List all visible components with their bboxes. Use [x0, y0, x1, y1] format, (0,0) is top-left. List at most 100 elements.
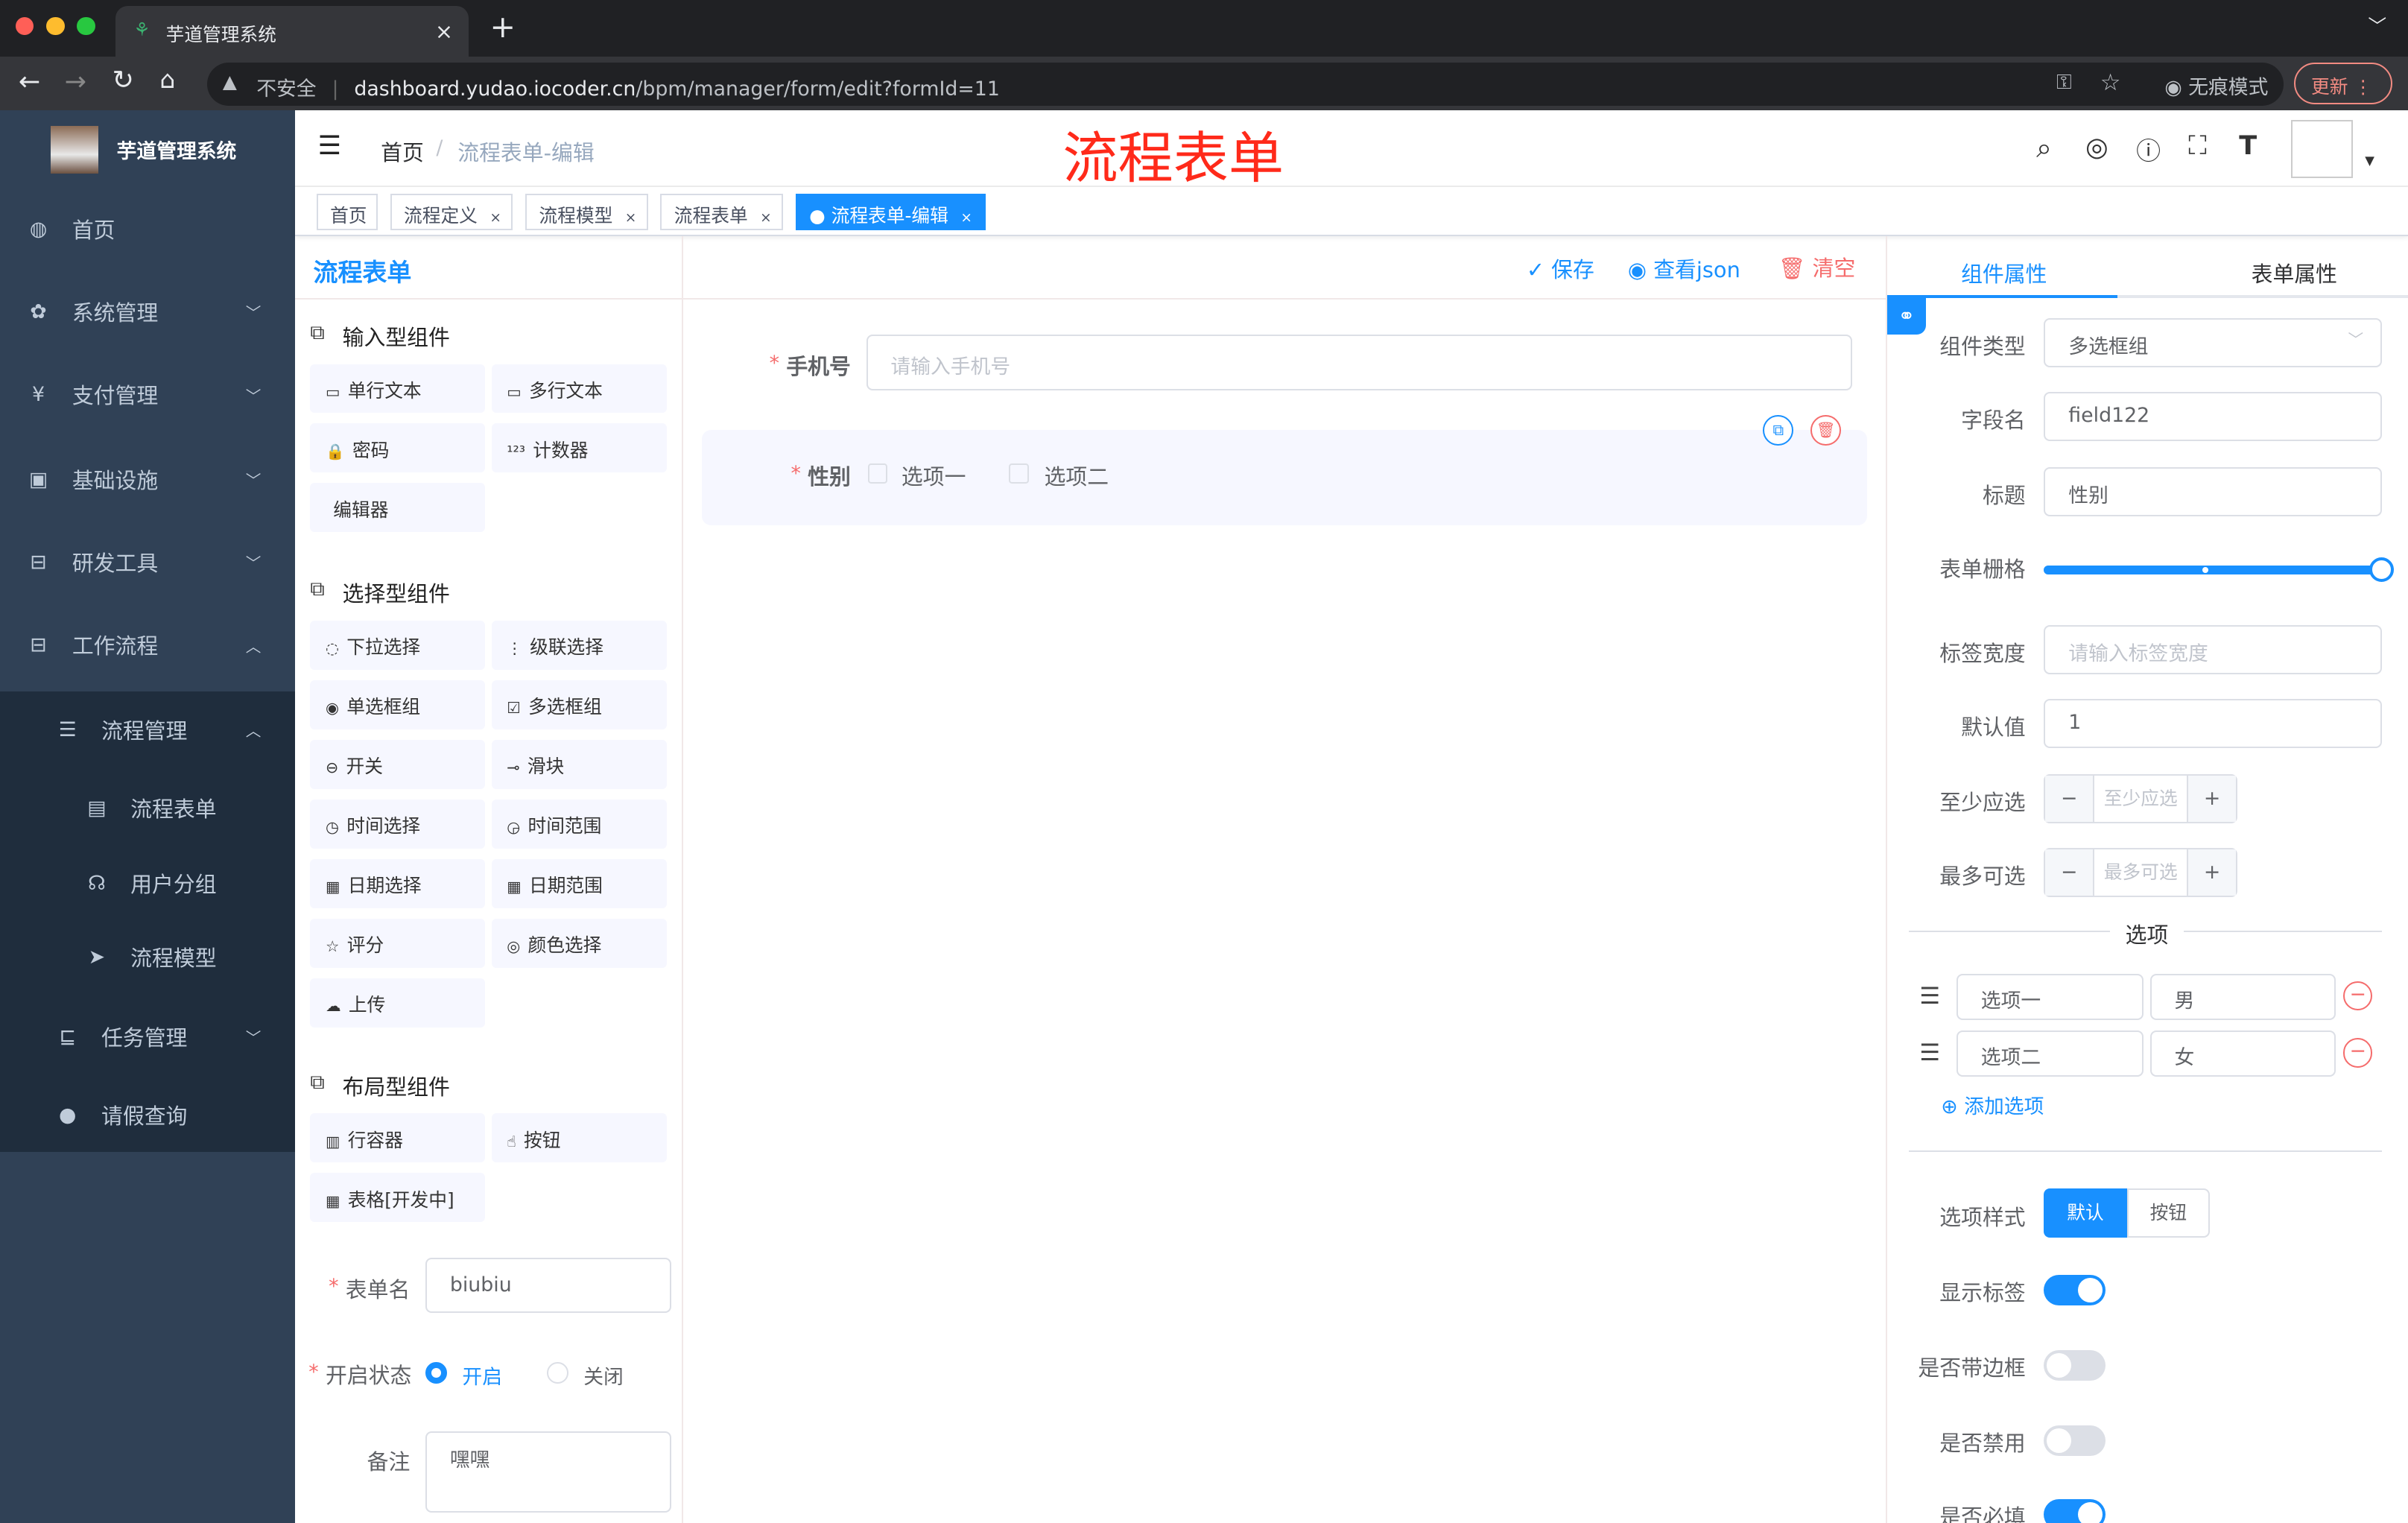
close-tab-icon[interactable]: × — [435, 19, 453, 44]
option-value-input[interactable]: 男 — [2149, 973, 2336, 1020]
phone-input[interactable]: 请输入手机号 — [866, 335, 1852, 390]
component-item[interactable]: ▭ 多行文本 — [491, 364, 667, 414]
component-item[interactable]: 🔒 密码 — [310, 423, 486, 473]
sidebar-item-5[interactable]: ⊟ 工作流程 ︿ — [0, 604, 295, 686]
component-item[interactable]: ☁ 上传 — [310, 978, 486, 1028]
option-checkbox[interactable] — [867, 463, 888, 484]
option-label[interactable]: 选项二 — [1045, 460, 1109, 491]
back-icon[interactable]: ← — [19, 66, 40, 97]
toggle-disabled[interactable] — [2044, 1425, 2106, 1456]
option-label-input[interactable]: 选项二 — [1956, 1030, 2144, 1077]
reload-icon[interactable]: ↻ — [112, 65, 133, 95]
star-icon[interactable]: ☆ — [2100, 69, 2121, 96]
clear-button[interactable]: 🗑 清空 — [1778, 252, 1855, 282]
component-item[interactable]: ¹²³ 计数器 — [491, 423, 667, 473]
close-tag-icon[interactable]: × — [960, 210, 972, 226]
component-item[interactable]: ▭ 单行文本 — [310, 364, 486, 414]
sidebar-item-7[interactable]: ▤ 流程表单 — [0, 767, 295, 849]
decrement-button[interactable]: − — [2045, 849, 2095, 896]
sidebar-item-10[interactable]: ⊑ 任务管理 ﹀ — [0, 995, 295, 1078]
component-item[interactable]: ⋮ 级联选择 — [491, 620, 667, 670]
tag-1[interactable]: 流程定义 × — [390, 193, 513, 231]
sidebar-item-3[interactable]: ▣ 基础设施 ﹀ — [0, 437, 295, 520]
tag-2[interactable]: 流程模型 × — [525, 193, 648, 231]
forward-icon[interactable]: → — [65, 66, 86, 97]
tab-form-props[interactable]: 表单属性 — [2252, 258, 2337, 288]
component-item[interactable]: ◌ 下拉选择 — [310, 620, 486, 670]
tag-3[interactable]: 流程表单 × — [660, 193, 784, 231]
form-name-input[interactable]: biubiu — [425, 1258, 671, 1314]
component-item[interactable]: ◉ 单选框组 — [310, 680, 486, 729]
component-item[interactable]: ⊸ 滑块 — [491, 739, 667, 789]
user-avatar[interactable] — [2291, 119, 2353, 179]
tab-list-chevron-icon[interactable]: ﹀ — [2368, 12, 2386, 39]
sidebar-item-2[interactable]: ¥ 支付管理 ﹀ — [0, 353, 295, 436]
tag-4[interactable]: ● 流程表单-编辑 × — [795, 193, 986, 231]
prop-input[interactable]: 1 — [2044, 698, 2382, 748]
style-button-button[interactable]: 按钮 — [2126, 1188, 2210, 1238]
update-button[interactable]: 更新 ⋮ — [2294, 63, 2393, 105]
github-icon[interactable]: ◎ — [2085, 132, 2108, 162]
option-label[interactable]: 选项一 — [902, 460, 966, 491]
add-option-button[interactable]: ⊕ 添加选项 — [1941, 1090, 2044, 1119]
slider-handle[interactable] — [2369, 557, 2395, 583]
increment-button[interactable]: + — [2187, 849, 2237, 896]
sidebar-item-0[interactable]: ◍ 首页 — [0, 187, 295, 270]
font-size-icon[interactable]: T — [2239, 130, 2257, 161]
status-on-label[interactable]: 开启 — [462, 1361, 502, 1390]
prop-input[interactable]: 请输入标签宽度 — [2044, 624, 2382, 674]
incognito-badge[interactable]: ◉ 无痕模式 — [2164, 71, 2268, 100]
help-icon[interactable]: ⓘ — [2136, 132, 2161, 167]
sidebar-item-1[interactable]: ✿ 系统管理 ﹀ — [0, 270, 295, 353]
component-item[interactable]: ◎ 颜色选择 — [491, 918, 667, 968]
decrement-button[interactable]: − — [2045, 775, 2095, 822]
component-item[interactable]: 编辑器 — [310, 483, 486, 533]
url-field[interactable]: ▲ 不安全 | dashboard.yudao.iocoder.cn/bpm/m… — [207, 63, 2284, 107]
option-checkbox[interactable] — [1009, 463, 1029, 484]
prop-input[interactable]: 性别 — [2044, 466, 2382, 516]
component-item[interactable]: ▥ 行容器 — [310, 1113, 486, 1163]
prop-input[interactable]: field122 — [2044, 391, 2382, 441]
sidebar-item-9[interactable]: ➤ 流程模型 — [0, 915, 295, 998]
component-item[interactable]: ⊖ 开关 — [310, 739, 486, 789]
component-item[interactable]: ☝ 按钮 — [491, 1113, 667, 1163]
status-on-radio[interactable] — [425, 1362, 447, 1384]
component-item[interactable]: ◷ 时间选择 — [310, 799, 486, 849]
option-label-input[interactable]: 选项一 — [1956, 973, 2144, 1020]
toggle-show-label[interactable] — [2044, 1274, 2106, 1305]
tag-0[interactable]: 首页 — [316, 193, 378, 231]
view-json-button[interactable]: ◉ 查看json — [1628, 253, 1740, 284]
status-off-radio[interactable] — [546, 1362, 568, 1384]
key-icon[interactable]: ⚿ — [2056, 71, 2071, 95]
close-tag-icon[interactable]: × — [625, 210, 637, 226]
breadcrumb-home[interactable]: 首页 — [381, 136, 424, 167]
toggle-required[interactable] — [2044, 1498, 2106, 1523]
component-item[interactable]: ▦ 日期选择 — [310, 858, 486, 908]
link-icon[interactable]: ⚭ — [1887, 297, 1926, 335]
stepper-max[interactable]: − 最多可选 + — [2044, 847, 2238, 897]
new-tab-button[interactable]: + — [490, 9, 516, 45]
remark-textarea[interactable]: 嘿嘿 — [425, 1431, 671, 1513]
fullscreen-icon[interactable]: ⛶ — [2188, 130, 2207, 162]
style-default-button[interactable]: 默认 — [2044, 1188, 2127, 1238]
sidebar-item-6[interactable]: ☰ 流程管理 ︿ — [0, 688, 295, 770]
close-window-button[interactable] — [15, 16, 34, 36]
caret-down-icon[interactable]: ▼ — [2365, 153, 2374, 168]
stepper-min[interactable]: − 至少应选 + — [2044, 773, 2238, 823]
status-off-label[interactable]: 关闭 — [583, 1361, 624, 1390]
save-button[interactable]: ✓ 保存 — [1527, 253, 1594, 284]
prop-input[interactable]: 多选框组 — [2044, 317, 2382, 367]
chevron-down-icon[interactable]: ﹀ — [2348, 327, 2364, 349]
hamburger-icon[interactable]: ☰ — [318, 130, 341, 161]
copy-field-icon[interactable]: ⧉ — [1763, 414, 1794, 446]
search-icon[interactable]: ⌕ — [2036, 132, 2052, 165]
close-tag-icon[interactable]: × — [489, 210, 501, 226]
option-value-input[interactable]: 女 — [2149, 1030, 2336, 1077]
component-item[interactable]: ◶ 时间范围 — [491, 799, 667, 849]
increment-button[interactable]: + — [2187, 775, 2237, 822]
sidebar-item-8[interactable]: ☊ 用户分组 — [0, 842, 295, 925]
maximize-window-button[interactable] — [77, 16, 95, 36]
minimize-window-button[interactable] — [45, 16, 65, 36]
browser-tab[interactable]: ⚘ 芋道管理系统 × — [115, 6, 469, 57]
component-item[interactable]: ☆ 评分 — [310, 918, 486, 968]
